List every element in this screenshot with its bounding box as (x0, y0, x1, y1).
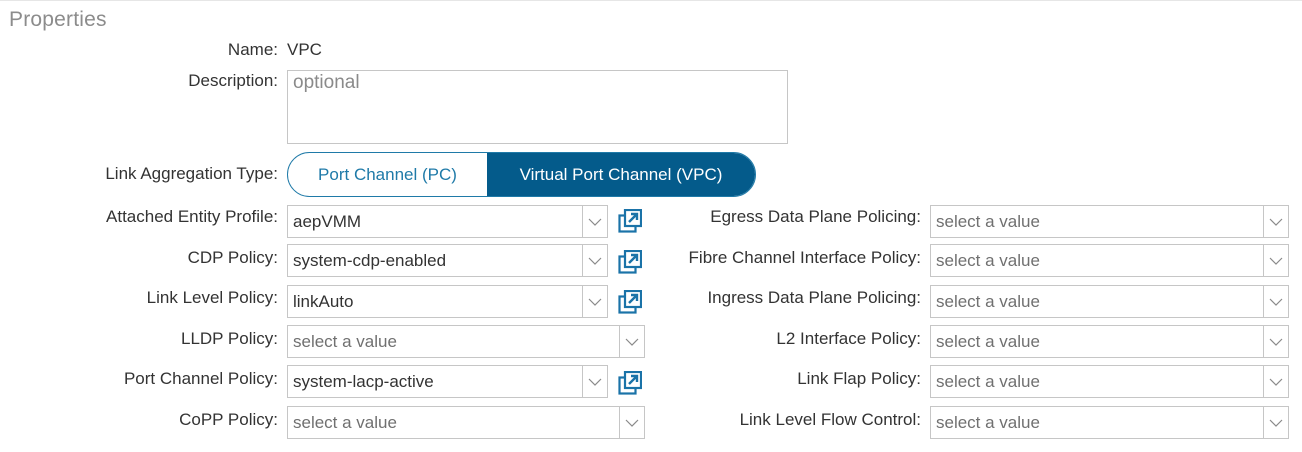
chevron-down-icon[interactable] (619, 407, 644, 438)
lldp-policy-label: LLDP Policy: (180, 329, 278, 348)
copp-policy-select[interactable]: select a value (287, 406, 645, 439)
link-level-policy-value: linkAuto (293, 292, 354, 311)
link-level-policy-label: Link Level Policy: (146, 288, 278, 307)
port-channel-policy-label: Port Channel Policy: (123, 369, 278, 388)
cdp-policy-label: CDP Policy: (187, 248, 278, 267)
fibre-channel-interface-policy-select[interactable]: select a value (930, 244, 1289, 277)
fibre-channel-interface-policy-value: select a value (936, 251, 1040, 270)
port-channel-policy-value: system-lacp-active (293, 372, 434, 391)
chevron-down-icon[interactable] (1263, 245, 1288, 276)
l2-interface-policy-label: L2 Interface Policy: (776, 329, 921, 348)
copp-policy-value: select a value (293, 413, 397, 432)
chevron-down-icon[interactable] (1263, 366, 1288, 397)
option-port-channel[interactable]: Port Channel (PC) (288, 153, 487, 196)
cdp-policy-select[interactable]: system-cdp-enabled (287, 244, 608, 277)
chevron-down-icon[interactable] (1263, 206, 1288, 237)
name-label: Name: (227, 40, 278, 59)
egress-data-plane-policing-value: select a value (936, 212, 1040, 231)
chevron-down-icon[interactable] (582, 286, 607, 317)
l2-interface-policy-select[interactable]: select a value (930, 325, 1289, 358)
link-level-flow-control-value: select a value (936, 413, 1040, 432)
name-value: VPC (287, 40, 322, 59)
port-channel-policy-select[interactable]: system-lacp-active (287, 365, 608, 398)
chevron-down-icon[interactable] (1263, 286, 1288, 317)
egress-data-plane-policing-select[interactable]: select a value (930, 205, 1289, 238)
copp-policy-label: CoPP Policy: (179, 410, 278, 429)
link-level-flow-control-select[interactable]: select a value (930, 406, 1289, 439)
external-link-icon[interactable] (618, 249, 643, 274)
external-link-icon[interactable] (618, 289, 643, 314)
option-virtual-port-channel[interactable]: Virtual Port Channel (VPC) (487, 153, 755, 196)
l2-interface-policy-value: select a value (936, 332, 1040, 351)
link-aggregation-toggle[interactable]: Port Channel (PC) Virtual Port Channel (… (287, 152, 756, 197)
attached-entity-profile-value: aepVMM (293, 212, 362, 231)
chevron-down-icon[interactable] (582, 366, 607, 397)
ingress-data-plane-policing-label: Ingress Data Plane Policing: (707, 288, 921, 307)
cdp-policy-value: system-cdp-enabled (293, 251, 447, 270)
description-label: Description: (188, 71, 278, 90)
ingress-data-plane-policing-select[interactable]: select a value (930, 285, 1289, 318)
description-placeholder: optional (293, 72, 360, 93)
ingress-data-plane-policing-value: select a value (936, 292, 1040, 311)
link-aggregation-label: Link Aggregation Type: (105, 164, 278, 183)
section-title: Properties (9, 8, 107, 31)
top-divider (0, 0, 1302, 1)
link-level-policy-select[interactable]: linkAuto (287, 285, 608, 318)
fibre-channel-interface-policy-label: Fibre Channel Interface Policy: (688, 248, 921, 267)
link-flap-policy-select[interactable]: select a value (930, 365, 1289, 398)
chevron-down-icon[interactable] (582, 206, 607, 237)
lldp-policy-select[interactable]: select a value (287, 325, 645, 358)
chevron-down-icon[interactable] (582, 245, 607, 276)
description-field[interactable]: optional (287, 70, 788, 144)
chevron-down-icon[interactable] (1263, 326, 1288, 357)
external-link-icon[interactable] (618, 208, 643, 233)
link-flap-policy-value: select a value (936, 372, 1040, 391)
link-level-flow-control-label: Link Level Flow Control: (739, 410, 921, 429)
chevron-down-icon[interactable] (619, 326, 644, 357)
egress-data-plane-policing-label: Egress Data Plane Policing: (710, 207, 921, 226)
attached-entity-profile-label: Attached Entity Profile: (106, 207, 278, 226)
chevron-down-icon[interactable] (1263, 407, 1288, 438)
lldp-policy-value: select a value (293, 332, 397, 351)
external-link-icon[interactable] (618, 370, 643, 395)
link-flap-policy-label: Link Flap Policy: (797, 369, 921, 388)
attached-entity-profile-select[interactable]: aepVMM (287, 205, 608, 238)
